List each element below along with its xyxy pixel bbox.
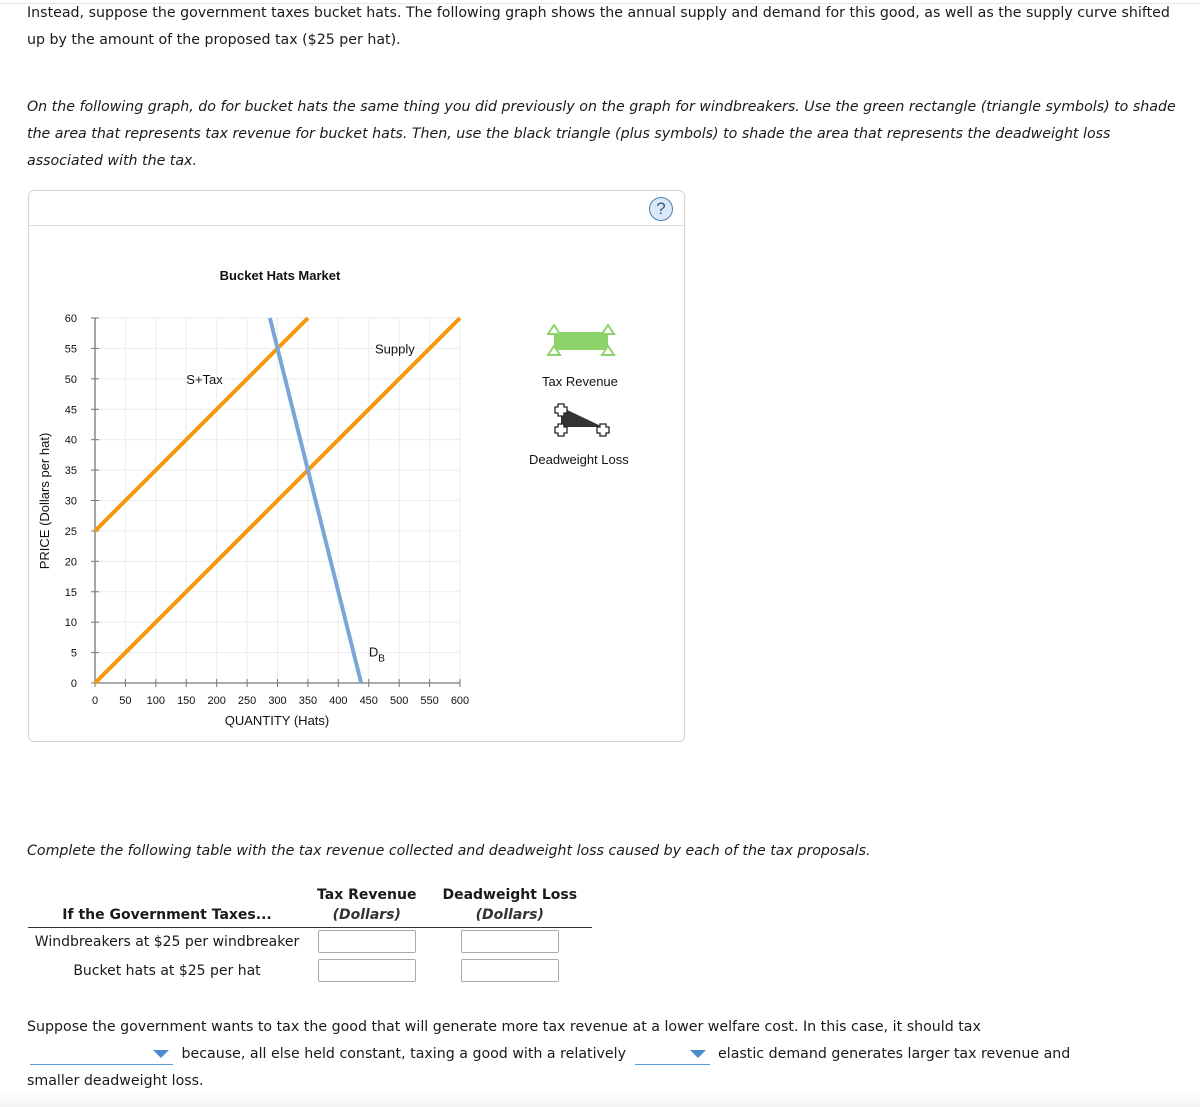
chart-title: Bucket Hats Market [220,268,341,283]
x-tick-label: 450 [360,695,378,707]
header-deadweight-loss: Deadweight Loss [442,887,578,903]
conclusion-text-2: because, all else held constant, taxing … [181,1046,626,1062]
header-government-taxes: If the Government Taxes... [28,903,306,928]
deadweight-loss-legend-label: Deadweight Loss [529,452,629,467]
demand-curve-label: DB [369,645,385,665]
table-row: Bucket hats at $25 per hat [28,956,592,985]
y-tick-label: 50 [65,374,77,386]
triangle-handle-icon [546,323,562,335]
x-tick-label: 350 [299,695,317,707]
y-tick-label: 55 [65,343,77,355]
intro-paragraph: Instead, suppose the government taxes bu… [27,5,1170,48]
windbreakers-deadweight-loss-input[interactable] [460,930,559,954]
header-tax-revenue-unit: (Dollars) [306,903,428,928]
x-tick-label: 500 [390,695,408,707]
y-tick-label: 25 [65,526,77,538]
tax-revenue-tool[interactable] [546,323,616,356]
table-instruction: Complete the following table with the ta… [27,843,871,859]
row-label: Windbreakers at $25 per windbreaker [34,933,300,950]
conclusion-text-4: smaller deadweight loss. [27,1073,204,1089]
chart-annotations: S+Tax Supply DB [186,341,415,664]
graph-tool-panel: ? Bucket Hats Market 0 50 100 150 200 250 300 3… [28,190,685,742]
deadweight-loss-tool[interactable] [554,403,610,437]
conclusion-paragraph: Suppose the government wants to tax the … [27,1014,1187,1095]
y-tick-label: 30 [65,496,77,508]
bucket-hats-chart[interactable]: Bucket Hats Market 0 50 100 150 200 250 300 350… [29,191,686,743]
y-tick-label: 35 [65,465,77,477]
good-to-tax-dropdown[interactable] [30,1045,173,1065]
dropdown-arrow-icon [689,1050,706,1058]
header-deadweight-loss-unit: (Dollars) [427,903,592,928]
windbreakers-tax-revenue-input[interactable] [317,930,416,954]
y-axis-label: PRICE (Dollars per hat) [37,433,52,570]
row-label: Bucket hats at $25 per hat [73,962,261,979]
tax-table: Tax Revenue Deadweight Loss If the Gover… [28,878,592,985]
y-tick-label: 45 [65,404,77,416]
x-tick-label: 100 [147,695,165,707]
triangle-handle-icon [600,323,616,335]
y-tick-label: 0 [71,678,77,690]
x-tick-label: 150 [177,695,195,707]
stax-curve-label: S+Tax [186,372,223,387]
x-tick-label: 600 [451,695,469,707]
y-tick-label: 20 [65,556,77,568]
supply-curve-label: Supply [375,341,415,356]
demand-label-subscript: B [378,654,385,665]
y-tick-label: 5 [71,648,77,660]
header-tax-revenue: Tax Revenue [317,887,417,903]
x-tick-label: 400 [329,695,347,707]
tax-revenue-legend-label: Tax Revenue [542,374,618,389]
y-tick-label: 40 [65,435,77,447]
x-tick-label: 300 [268,695,286,707]
instructions-paragraph: On the following graph, do for bucket ha… [27,99,1176,169]
page-bottom-shade [0,1090,1200,1107]
conclusion-text-1: Suppose the government wants to tax the … [27,1019,981,1035]
x-axis-label: QUANTITY (Hats) [225,713,330,728]
bucket-hats-deadweight-loss-input[interactable] [460,959,559,982]
elasticity-dropdown[interactable] [634,1045,710,1065]
x-tick-label: 250 [238,695,256,707]
x-tick-label: 550 [420,695,438,707]
table-row: Windbreakers at $25 per windbreaker [28,927,592,956]
x-tick-label: 50 [119,695,131,707]
x-tick-label: 0 [92,695,98,707]
conclusion-text-3: elastic demand generates larger tax reve… [718,1046,1071,1062]
y-tick-label: 15 [65,587,77,599]
bucket-hats-tax-revenue-input[interactable] [317,959,416,982]
y-tick-label: 60 [65,313,77,325]
green-rectangle-icon[interactable] [554,332,608,350]
x-tick-label: 200 [207,695,225,707]
y-tick-label: 10 [65,617,77,629]
header-blank [28,878,306,903]
dropdown-arrow-icon [153,1050,169,1058]
